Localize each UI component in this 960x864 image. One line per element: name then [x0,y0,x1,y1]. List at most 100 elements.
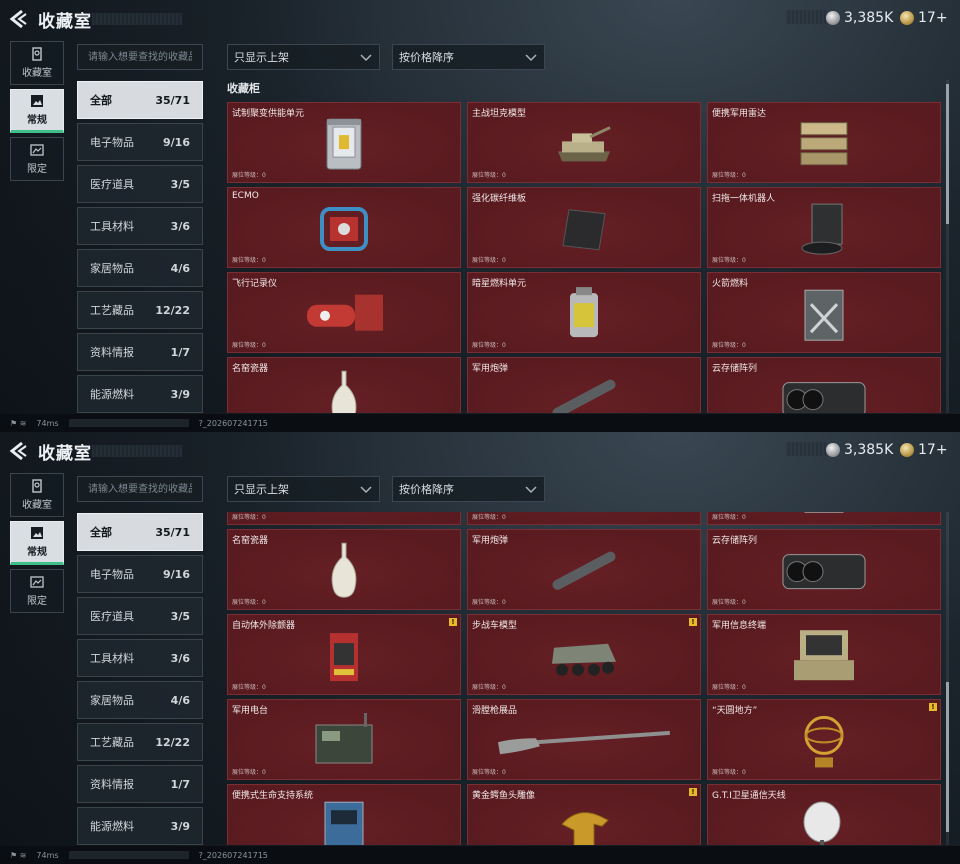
collection-card[interactable]: 便携式生命支持系统展位等级：0 [227,784,461,845]
croc-statue-icon [554,796,614,845]
collection-card[interactable]: G.T.I卫星通信天线展位等级：0 [707,784,941,845]
display-level: 展位等级：0 [712,599,746,606]
category-all[interactable]: 全部 35/71 [77,513,203,551]
item-name: 飞行记录仪 [232,279,278,289]
radio-icon [308,712,380,773]
porcelain-icon [327,369,361,413]
item-name: 主战坦克模型 [472,109,527,119]
category-tools[interactable]: 工具材料 3/6 [77,207,203,245]
item-name: 暗星燃料单元 [472,279,527,289]
gold-currency[interactable]: 17+ [900,8,948,28]
radar-icon [795,118,853,172]
category-crafts[interactable]: 工艺藏品 12/22 [77,723,203,761]
nav-collection-room[interactable]: 收藏室 [10,41,64,85]
collection-card[interactable]: 军用电台 展位等级：0 [227,699,461,780]
collection-card[interactable]: 暗星燃料单元展位等级：0 [467,512,701,525]
collection-card[interactable]: 云存储阵列展位等级：0 [707,529,941,610]
scrollbar-thumb[interactable] [946,682,949,832]
category-electronics[interactable]: 电子物品 9/16 [77,555,203,593]
category-electronics[interactable]: 电子物品 9/16 [77,123,203,161]
collection-card[interactable]: 便携军用雷达 展位等级：0 [707,102,941,183]
silver-coin-icon [826,443,840,457]
silver-currency: 3,385K [826,8,893,28]
category-intel[interactable]: 资料情报 1/7 [77,765,203,803]
item-name: 军用信息终端 [712,621,767,631]
collection-card[interactable]: 试制聚变供能单元 展位等级：0 [227,102,461,183]
collection-card[interactable]: 飞行记录仪展位等级：0 [227,512,461,525]
search-input[interactable] [77,476,203,502]
limited-icon [30,575,44,589]
category-crafts[interactable]: 工艺藏品 12/22 [77,291,203,329]
item-name: 便携军用雷达 [712,109,767,119]
display-level: 展位等级：0 [712,769,746,776]
category-medical[interactable]: 医疗道具 3/5 [77,165,203,203]
collection-card[interactable]: 自动体外除颤器 展位等级：0! [227,614,461,695]
life-support-icon [317,796,371,845]
collection-card[interactable]: 军用信息终端 展位等级：0 [707,614,941,695]
collection-card[interactable]: 火箭燃料展位等级：0 [707,272,941,353]
collection-card[interactable]: 火箭燃料展位等级：0 [707,512,941,525]
display-level: 展位等级：0 [712,342,746,349]
collection-card[interactable]: 黄金鳄鱼头雕像展位等级：0! [467,784,701,845]
new-badge-icon: ! [689,788,697,796]
collection-card[interactable]: 主战坦克模型 展位等级：0 [467,102,701,183]
collection-card[interactable]: 滑膛枪展品 展位等级：0 [467,699,701,780]
nav-regular[interactable]: 常规 [10,521,64,565]
scrollbar-thumb[interactable] [946,84,949,224]
collection-card[interactable]: 飞行记录仪展位等级：0 [227,272,461,353]
display-level: 展位等级：0 [232,769,266,776]
sort-dropdown[interactable]: 按价格降序 [392,476,545,502]
collection-card[interactable]: “天圆地方” 展位等级：0! [707,699,941,780]
category-intel[interactable]: 资料情报 1/7 [77,333,203,371]
nav-limited[interactable]: 限定 [10,569,64,613]
scrollbar[interactable] [946,512,949,845]
category-household[interactable]: 家居物品 4/6 [77,681,203,719]
category-household[interactable]: 家居物品 4/6 [77,249,203,287]
category-tools[interactable]: 工具材料 3/6 [77,639,203,677]
chevron-down-icon [524,484,538,494]
gold-currency[interactable]: 17+ [900,440,948,460]
nav-collection-room[interactable]: 收藏室 [10,473,64,517]
category-fuel[interactable]: 能源燃料 3/9 [77,375,203,413]
armillary-icon [799,709,849,777]
collection-card[interactable]: 强化碳纤维板 展位等级：0 [467,187,701,268]
item-name: 强化碳纤维板 [472,194,527,204]
collection-card[interactable]: 名窑瓷器展位等级：0 [227,529,461,610]
title-decoration [92,445,182,457]
item-name: 扫拖一体机器人 [712,194,776,204]
display-level: 展位等级：0 [232,599,266,606]
collection-card[interactable]: 步战车模型 展位等级：0! [467,614,701,695]
category-fuel[interactable]: 能源燃料 3/9 [77,807,203,845]
collection-card[interactable]: 扫拖一体机器人 展位等级：0 [707,187,941,268]
collection-card[interactable]: 名窑瓷器展位等级：0 [227,357,461,413]
display-level: 展位等级：0 [472,514,506,521]
collection-card[interactable]: ECMO 展位等级：0 [227,187,461,268]
item-name: 火箭燃料 [712,279,749,289]
item-name: 军用炮弹 [472,536,509,546]
collection-card[interactable]: 军用炮弹展位等级：0 [467,357,701,413]
collection-card[interactable]: 军用炮弹展位等级：0 [467,529,701,610]
sort-dropdown[interactable]: 按价格降序 [392,44,545,70]
header: 收藏室 3,385K 17+ [0,432,960,468]
nav-regular[interactable]: 常规 [10,89,64,133]
scrollbar[interactable] [946,80,949,413]
item-name: 军用炮弹 [472,364,509,374]
screen-top: 收藏室 3,385K 17+ 收藏室 常规 限定 只显示上架 按价格降序 [0,0,960,432]
back-arrow-icon[interactable] [8,8,30,30]
category-medical[interactable]: 医疗道具 3/5 [77,597,203,635]
display-level: 展位等级：0 [232,342,266,349]
item-name: G.T.I卫星通信天线 [712,791,786,801]
back-arrow-icon[interactable] [8,440,30,462]
defibrillator-icon [324,627,364,689]
rocket-fuel-icon [799,512,849,520]
ecmo-icon [314,201,374,261]
search-input[interactable] [77,44,203,70]
collection-card[interactable]: 云存储阵列展位等级：0 [707,357,941,413]
category-all[interactable]: 全部 35/71 [77,81,203,119]
shelf-filter-dropdown[interactable]: 只显示上架 [227,44,380,70]
shelf-filter-dropdown[interactable]: 只显示上架 [227,476,380,502]
collection-card[interactable]: 暗星燃料单元展位等级：0 [467,272,701,353]
flight-recorder-icon [301,288,387,342]
nav-limited[interactable]: 限定 [10,137,64,181]
wifi-icon: ⚑ ≋ [10,850,27,860]
